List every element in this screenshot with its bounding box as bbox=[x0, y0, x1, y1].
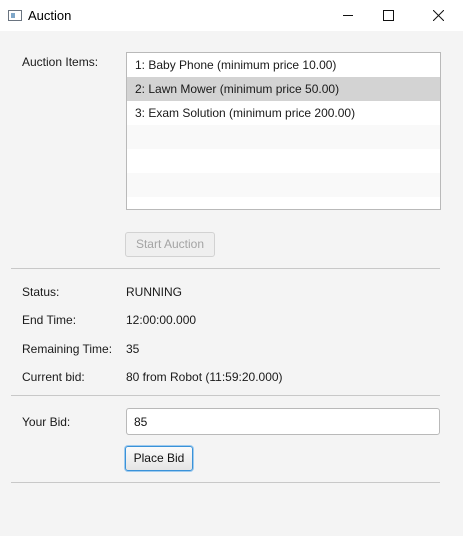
auction-items-list[interactable]: 1: Baby Phone (minimum price 10.00) 2: L… bbox=[126, 52, 441, 210]
maximize-button[interactable] bbox=[365, 0, 411, 31]
current-bid-value: 80 from Robot (11:59:20.000) bbox=[126, 370, 283, 384]
separator bbox=[11, 482, 440, 483]
status-value: RUNNING bbox=[126, 285, 182, 299]
your-bid-label: Your Bid: bbox=[22, 415, 71, 429]
app-window-icon bbox=[8, 10, 22, 21]
start-auction-button[interactable]: Start Auction bbox=[125, 232, 215, 257]
separator bbox=[11, 268, 440, 269]
list-item[interactable]: 1: Baby Phone (minimum price 10.00) bbox=[127, 53, 440, 77]
separator bbox=[11, 395, 440, 396]
current-bid-label: Current bid: bbox=[22, 370, 85, 384]
maximize-icon bbox=[382, 10, 394, 21]
close-icon bbox=[432, 10, 444, 21]
auction-items-label: Auction Items: bbox=[22, 55, 99, 69]
window-title: Auction bbox=[28, 8, 72, 23]
minimize-icon bbox=[342, 15, 353, 16]
empty-list-row bbox=[127, 173, 440, 197]
empty-list-row bbox=[127, 149, 440, 173]
remaining-time-label: Remaining Time: bbox=[22, 342, 113, 356]
auction-window: Auction Auction Items: 1: Baby Phone (mi… bbox=[0, 0, 463, 536]
list-item[interactable]: 3: Exam Solution (minimum price 200.00) bbox=[127, 101, 440, 125]
remaining-time-value: 35 bbox=[126, 342, 140, 356]
end-time-value: 12:00:00.000 bbox=[126, 313, 197, 327]
bid-input[interactable] bbox=[126, 408, 440, 435]
place-bid-button[interactable]: Place Bid bbox=[125, 446, 193, 471]
empty-list-row bbox=[127, 125, 440, 149]
empty-list-row bbox=[127, 197, 440, 209]
close-button[interactable] bbox=[415, 0, 461, 31]
end-time-label: End Time: bbox=[22, 313, 77, 327]
list-item-selected[interactable]: 2: Lawn Mower (minimum price 50.00) bbox=[127, 77, 440, 101]
title-bar[interactable]: Auction bbox=[0, 0, 463, 31]
status-label: Status: bbox=[22, 285, 60, 299]
